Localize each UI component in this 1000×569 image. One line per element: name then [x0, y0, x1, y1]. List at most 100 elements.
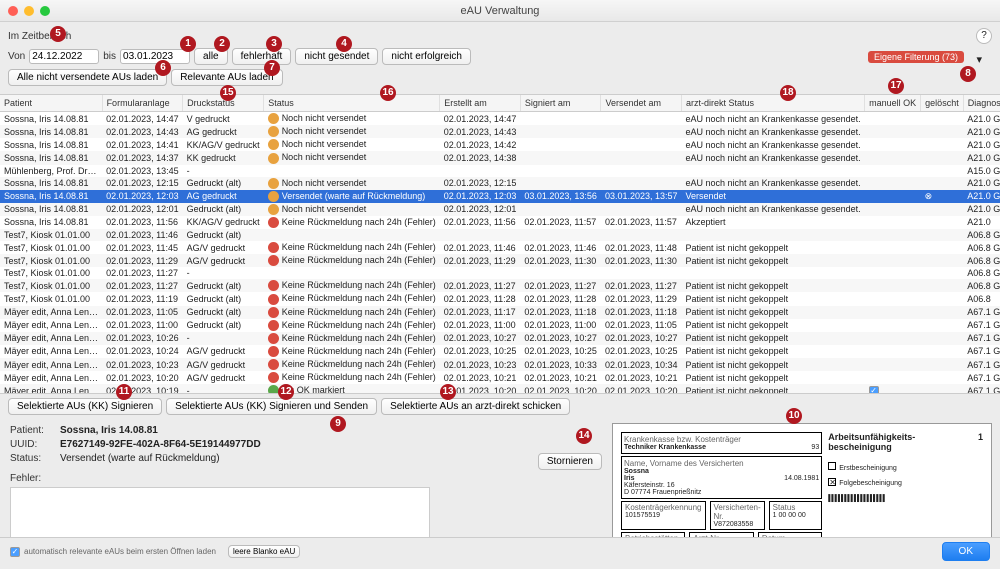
table-row[interactable]: Mäyer edit, Anna Len…02.01.2023, 11:05Ge…	[0, 306, 1000, 319]
col-7[interactable]: arzt-direkt Status	[682, 95, 865, 112]
badge-1: 1	[180, 36, 196, 52]
badge-15: 15	[220, 85, 236, 101]
filter-fehlerhaft[interactable]: fehlerhaft	[232, 48, 292, 65]
table-row[interactable]: Test7, Kiosk 01.01.0002.01.2023, 11:45AG…	[0, 241, 1000, 254]
table-row[interactable]: Sossna, Iris 14.08.8102.01.2023, 14:37KK…	[0, 151, 1000, 164]
window-title: eAU Verwaltung	[0, 5, 1000, 17]
pv-kk: Techniker Krankenkasse	[624, 444, 706, 451]
col-5[interactable]: Signiert am	[520, 95, 601, 112]
table-row[interactable]: Test7, Kiosk 01.01.0002.01.2023, 11:46Ge…	[0, 229, 1000, 241]
status-label: Status:	[10, 453, 60, 470]
table-row[interactable]: Sossna, Iris 14.08.8102.01.2023, 12:01Ge…	[0, 203, 1000, 216]
badge-4: 4	[336, 36, 352, 52]
barcode-icon: ▌▌▌▌▌▌▌▌▌▌▌▌▌▌▌▌▌▌	[828, 495, 983, 503]
badge-14: 14	[576, 428, 592, 444]
au-table: PatientFormularanlageDruckstatusStatusEr…	[0, 95, 1000, 394]
pv-vnr: V872083558	[714, 521, 754, 528]
ok-button[interactable]: OK	[942, 542, 990, 561]
filter-nicht-gesendet[interactable]: nicht gesendet	[295, 48, 378, 65]
table-row[interactable]: Test7, Kiosk 01.01.0002.01.2023, 11:19Ge…	[0, 292, 1000, 305]
auto-checkbox[interactable]: ✓	[10, 547, 20, 557]
status-value: Versendet (warte auf Rückmeldung)	[60, 453, 220, 470]
badge-11: 11	[116, 384, 132, 400]
toolbar: Im Zeitbereich ? Von bis alle fehlerhaft…	[0, 22, 1000, 94]
col-8[interactable]: manuell OK	[865, 95, 921, 112]
pv-knr: 101575519	[625, 512, 660, 519]
badge-12: 12	[278, 384, 294, 400]
badge-17: 17	[888, 78, 904, 94]
badge-10: 10	[786, 408, 802, 424]
help-icon[interactable]: ?	[976, 28, 992, 44]
filter-nicht-erfolgreich[interactable]: nicht erfolgreich	[382, 48, 471, 65]
pv-kknum: 93	[811, 444, 819, 451]
patient-value: Sossna, Iris 14.08.81	[60, 425, 158, 436]
badge-13: 13	[440, 384, 456, 400]
col-3[interactable]: Status	[264, 95, 440, 112]
col-0[interactable]: Patient	[0, 95, 102, 112]
badge-7: 7	[264, 60, 280, 76]
table-row[interactable]: Test7, Kiosk 01.01.0002.01.2023, 11:27-A…	[0, 267, 1000, 279]
filter-icon[interactable]: ▾	[976, 53, 982, 66]
badge-18: 18	[780, 85, 796, 101]
leere-button[interactable]: leere Blanko eAU	[228, 545, 300, 558]
bis-label: bis	[103, 51, 116, 62]
pv-city: D 07774 Frauenprießnitz	[624, 489, 701, 496]
table-row[interactable]: Mäyer edit, Anna Len…02.01.2023, 10:23AG…	[0, 358, 1000, 371]
pv-folge: Folgebescheinigung	[839, 480, 902, 487]
selection-bar: Selektierte AUs (KK) Signieren Selektier…	[0, 394, 1000, 419]
table-row[interactable]: Test7, Kiosk 01.01.0002.01.2023, 11:27Ge…	[0, 279, 1000, 292]
col-4[interactable]: Erstellt am	[440, 95, 521, 112]
arzt-direkt-button[interactable]: Selektierte AUs an arzt-direkt schicken	[381, 398, 570, 415]
pv-name: Sossna	[624, 468, 649, 475]
sign-button[interactable]: Selektierte AUs (KK) Signieren	[8, 398, 162, 415]
col-6[interactable]: Versendet am	[601, 95, 682, 112]
table-row[interactable]: Test7, Kiosk 01.01.0002.01.2023, 11:29AG…	[0, 254, 1000, 267]
table-row[interactable]: Sossna, Iris 14.08.8102.01.2023, 11:56KK…	[0, 216, 1000, 229]
footer: ✓ automatisch relevante eAUs beim ersten…	[0, 537, 1000, 565]
table-row[interactable]: Sossna, Iris 14.08.8102.01.2023, 14:47V …	[0, 112, 1000, 126]
manuell-ok-checkbox[interactable]: ✓	[869, 386, 879, 394]
erst-checkbox	[828, 462, 836, 470]
table-row[interactable]: Mühlenberg, Prof. Dr…02.01.2023, 13:45-A…	[0, 165, 1000, 177]
table-row[interactable]: Sossna, Iris 14.08.8102.01.2023, 14:41KK…	[0, 138, 1000, 151]
pv-vorname: Iris	[624, 475, 635, 482]
patient-label: Patient:	[10, 425, 60, 436]
table-row[interactable]: Sossna, Iris 14.08.8102.01.2023, 12:03AG…	[0, 190, 1000, 203]
sign-send-button[interactable]: Selektierte AUs (KK) Signieren und Sende…	[166, 398, 377, 415]
stornieren-button[interactable]: Stornieren	[538, 453, 602, 470]
badge-8: 8	[960, 66, 976, 82]
pv-dob: 14.08.1981	[784, 475, 819, 482]
badge-16: 16	[380, 85, 396, 101]
table-row[interactable]: Sossna, Iris 14.08.8102.01.2023, 12:15Ge…	[0, 177, 1000, 190]
badge-2: 2	[214, 36, 230, 52]
badge-5: 5	[50, 26, 66, 42]
table-row[interactable]: Sossna, Iris 14.08.8102.01.2023, 14:43AG…	[0, 125, 1000, 138]
col-10[interactable]: Diagnosen	[963, 95, 1000, 112]
table-row[interactable]: Mäyer edit, Anna Len…02.01.2023, 11:00Ge…	[0, 319, 1000, 332]
load-all-button[interactable]: Alle nicht versendete AUs laden	[8, 69, 167, 86]
titlebar: eAU Verwaltung	[0, 0, 1000, 22]
table-row[interactable]: Mäyer edit, Anna Len…02.01.2023, 10:24AG…	[0, 345, 1000, 358]
col-1[interactable]: Formularanlage	[102, 95, 183, 112]
table-row[interactable]: Mäyer edit, Anna Len…02.01.2023, 10:26-K…	[0, 332, 1000, 345]
uuid-label: UUID:	[10, 439, 60, 450]
table-row[interactable]: Mäyer edit, Anna Len…02.01.2023, 10:19-A…	[0, 384, 1000, 394]
uuid-value: E7627149-92FE-402A-8F64-5E19144977DD	[60, 439, 261, 450]
pv-title1: Arbeitsunfähigkeits-	[828, 432, 915, 442]
von-input[interactable]	[29, 49, 99, 64]
von-label: Von	[8, 51, 25, 62]
pv-nr: 1	[978, 432, 983, 442]
col-9[interactable]: gelöscht	[921, 95, 964, 112]
pv-st: 1 00 00 00	[773, 512, 806, 519]
bis-input[interactable]	[120, 49, 190, 64]
filter-badge[interactable]: Eigene Filterung (73)	[868, 51, 964, 63]
pv-title2: bescheinigung	[828, 442, 892, 452]
badge-6: 6	[155, 60, 171, 76]
auto-label: automatisch relevante eAUs beim ersten Ö…	[24, 547, 216, 556]
badge-9: 9	[330, 416, 346, 432]
table-wrap[interactable]: PatientFormularanlageDruckstatusStatusEr…	[0, 94, 1000, 394]
folge-checkbox: ✕	[828, 478, 836, 486]
table-row[interactable]: Mäyer edit, Anna Len…02.01.2023, 10:20AG…	[0, 371, 1000, 384]
pv-erst: Erstbescheinigung	[839, 465, 897, 472]
badge-3: 3	[266, 36, 282, 52]
